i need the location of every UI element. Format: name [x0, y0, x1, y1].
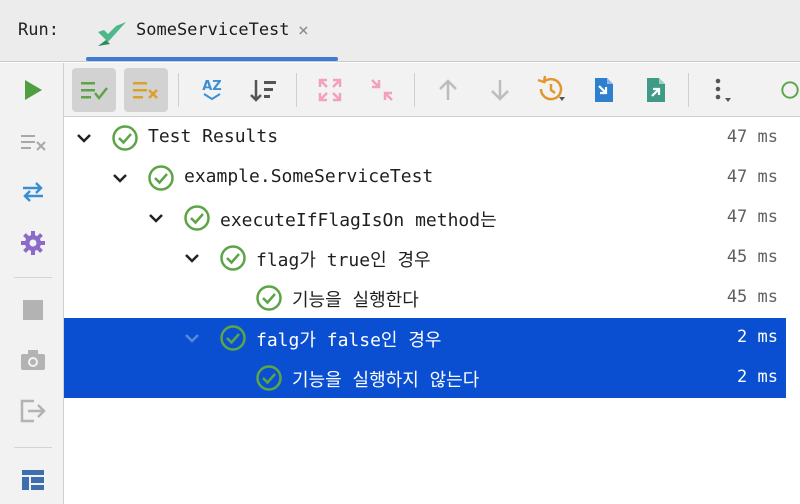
expand-all-icon[interactable]	[308, 68, 352, 112]
tree-row-root[interactable]: Test Results 47 ms	[64, 118, 786, 158]
test-results-tree: Test Results 47 ms example.SomeServiceTe…	[64, 118, 800, 504]
tab-title: SomeServiceTest	[136, 20, 290, 40]
screenshot-icon[interactable]	[16, 343, 50, 377]
test-history-icon[interactable]	[530, 68, 574, 112]
tree-row-label: 기능을 실행하지 않는다	[292, 370, 480, 391]
layout-icon[interactable]	[16, 463, 50, 497]
sort-alphabetically-icon[interactable]: AZ	[190, 68, 234, 112]
separator	[14, 447, 52, 448]
sort-alpha-text: AZ	[202, 78, 222, 94]
passed-check-icon	[220, 325, 246, 351]
side-toolbar	[0, 63, 64, 504]
tree-row-class[interactable]: example.SomeServiceTest 47 ms	[64, 158, 786, 198]
show-passed-icon[interactable]	[72, 68, 116, 112]
passed-check-icon	[112, 125, 138, 151]
chevron-down-icon[interactable]	[72, 126, 96, 150]
tree-row-label: flag가 true인 경우	[256, 250, 431, 271]
test-runner-toolbar: AZ	[64, 63, 800, 117]
run-icon[interactable]	[16, 73, 50, 107]
tree-row-duration: 47 ms	[726, 207, 778, 227]
tree-row-label: example.SomeServiceTest	[184, 166, 434, 187]
stop-icon[interactable]	[16, 293, 50, 327]
tree-row-duration: 47 ms	[726, 127, 778, 147]
export-tests-icon[interactable]	[634, 68, 678, 112]
tree-row-duration: 45 ms	[726, 247, 778, 267]
tree-row-test-case[interactable]: 기능을 실행한다 45 ms	[64, 278, 786, 318]
tree-row-method-group[interactable]: executeIfFlagIsOn method는 47 ms	[64, 198, 786, 238]
run-tool-window-header: Run: SomeServiceTest ×	[0, 0, 800, 62]
show-ignored-icon[interactable]	[124, 68, 168, 112]
tree-row-label: executeIfFlagIsOn method는	[220, 210, 497, 231]
clear-icon[interactable]	[16, 125, 50, 159]
tab-some-service-test[interactable]: SomeServiceTest ×	[86, 8, 338, 62]
chevron-down-icon[interactable]	[144, 206, 168, 230]
tree-row-context-true[interactable]: flag가 true인 경우 45 ms	[64, 238, 786, 278]
passed-check-icon	[184, 205, 210, 231]
tree-row-label: Test Results	[148, 126, 279, 147]
tree-row-label: 기능을 실행한다	[292, 290, 419, 311]
more-icon[interactable]	[700, 68, 744, 112]
chevron-down-icon[interactable]	[180, 246, 204, 270]
separator	[14, 277, 52, 278]
settings-icon[interactable]	[16, 226, 50, 260]
passed-check-icon	[256, 285, 282, 311]
passed-check-icon	[148, 165, 174, 191]
sort-by-duration-icon[interactable]	[242, 68, 286, 112]
chevron-down-icon[interactable]	[180, 326, 204, 350]
separator	[688, 73, 689, 107]
collapse-all-icon[interactable]	[360, 68, 404, 112]
toggle-auto-test-icon[interactable]	[16, 175, 50, 209]
test-tree-icon	[94, 18, 130, 52]
exit-icon[interactable]	[16, 394, 50, 428]
passed-check-icon	[220, 245, 246, 271]
previous-failed-icon[interactable]	[426, 68, 470, 112]
tree-scroll-gutter	[786, 118, 800, 504]
chevron-down-icon[interactable]	[108, 166, 132, 190]
separator	[178, 73, 179, 107]
passed-check-icon	[256, 365, 282, 391]
separator	[296, 73, 297, 107]
active-tab-indicator	[86, 57, 338, 61]
tree-row-duration: 2 ms	[737, 367, 778, 387]
tree-row-label: falg가 false인 경우	[256, 330, 442, 351]
run-label: Run:	[18, 20, 59, 40]
separator	[414, 73, 415, 107]
next-failed-icon[interactable]	[478, 68, 522, 112]
tree-row-duration: 47 ms	[726, 167, 778, 187]
import-tests-icon[interactable]	[582, 68, 626, 112]
tree-row-duration: 45 ms	[726, 287, 778, 307]
tree-row-test-case[interactable]: 기능을 실행하지 않는다 2 ms	[64, 358, 786, 398]
close-icon[interactable]: ×	[298, 20, 309, 41]
tree-row-context-false[interactable]: falg가 false인 경우 2 ms	[64, 318, 786, 358]
tree-row-duration: 2 ms	[737, 327, 778, 347]
rerun-icon[interactable]	[780, 68, 800, 112]
